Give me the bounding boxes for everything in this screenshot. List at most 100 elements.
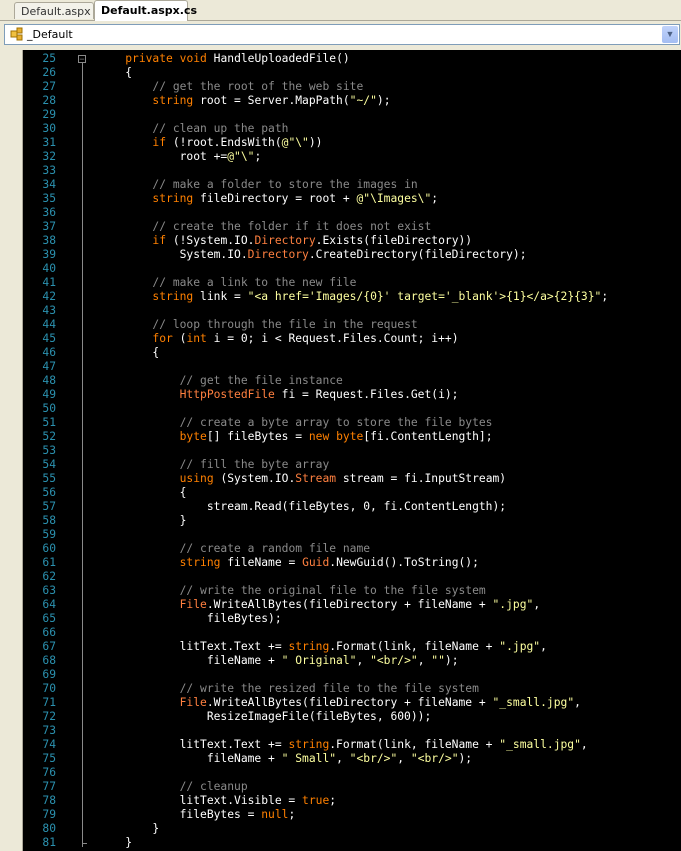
- code-text: {: [98, 486, 187, 499]
- line-number: 72: [42, 710, 56, 723]
- code-text: litText.Text += string.Format(link, file…: [98, 738, 588, 751]
- line-number: 33: [42, 164, 56, 177]
- code-text: litText.Visible = true;: [98, 794, 337, 807]
- outline-guide: [82, 63, 83, 847]
- line-number: 35: [42, 192, 56, 205]
- tab-default-aspx[interactable]: Default.aspx: [14, 2, 94, 19]
- line-number: 34: [42, 178, 56, 191]
- line-number: 71: [42, 696, 56, 709]
- line-number: 50: [42, 402, 56, 415]
- line-number: 75: [42, 752, 56, 765]
- line-number: 53: [42, 444, 56, 457]
- code-text: // loop through the file in the request: [152, 318, 418, 331]
- chevron-down-icon[interactable]: ▼: [662, 26, 678, 43]
- line-number: 27: [42, 80, 56, 93]
- code-text: string root = Server.MapPath("~/");: [152, 94, 391, 107]
- line-number: 60: [42, 542, 56, 555]
- code-text: string fileName = Guid.NewGuid().ToStrin…: [179, 556, 479, 569]
- line-number: 46: [42, 346, 56, 359]
- code-text: }: [98, 822, 160, 835]
- line-number: 67: [42, 640, 56, 653]
- code-text: private void HandleUploadedFile(): [125, 52, 350, 65]
- code-text: {: [98, 66, 133, 79]
- line-number: 40: [42, 262, 56, 275]
- tab-default-aspx-cs[interactable]: Default.aspx.cs: [94, 0, 197, 21]
- line-number: 37: [42, 220, 56, 233]
- line-number: 65: [42, 612, 56, 625]
- navigation-bar: _Default ▼: [0, 21, 681, 49]
- code-text: // write the resized file to the file sy…: [179, 682, 479, 695]
- code-text: // cleanup: [179, 780, 248, 793]
- line-number: 80: [42, 822, 56, 835]
- collapse-toggle-icon[interactable]: −: [78, 55, 86, 64]
- line-number: 66: [42, 626, 56, 639]
- line-number: 79: [42, 808, 56, 821]
- line-number: 68: [42, 654, 56, 667]
- line-number: 61: [42, 556, 56, 569]
- code-text: File.WriteAllBytes(fileDirectory + fileN…: [179, 598, 541, 611]
- code-text: {: [98, 346, 160, 359]
- document-tab-strip: Default.aspx Default.aspx.cs: [0, 0, 681, 21]
- code-text: fileBytes = null;: [98, 808, 296, 821]
- line-number: 31: [42, 136, 56, 149]
- code-text: // create a random file name: [179, 542, 371, 555]
- code-text: using (System.IO.Stream stream = fi.Inpu…: [179, 472, 507, 485]
- code-text: // create a byte array to store the file…: [179, 416, 493, 429]
- code-text: // clean up the path: [152, 122, 289, 135]
- line-number: 73: [42, 724, 56, 737]
- line-number: 36: [42, 206, 56, 219]
- code-text: System.IO.Directory.CreateDirectory(file…: [98, 248, 527, 261]
- outline-end-mark: [82, 843, 87, 844]
- type-selector-dropdown[interactable]: _Default ▼: [4, 24, 680, 45]
- line-number: 57: [42, 500, 56, 513]
- line-number: 48: [42, 374, 56, 387]
- code-text: for (int i = 0; i < Request.Files.Count;…: [152, 332, 459, 345]
- code-text: File.WriteAllBytes(fileDirectory + fileN…: [179, 696, 581, 709]
- line-number: 32: [42, 150, 56, 163]
- code-text: }: [98, 836, 133, 849]
- line-number: 41: [42, 276, 56, 289]
- code-text: }: [98, 514, 187, 527]
- code-editor[interactable]: 25 private void HandleUploadedFile() 26 {…: [0, 50, 681, 851]
- code-text: litText.Text += string.Format(link, file…: [98, 640, 547, 653]
- code-text: string fileDirectory = root + @"\Images\…: [152, 192, 439, 205]
- line-number: 63: [42, 584, 56, 597]
- code-text: fileName + " Original", "<br/>", "");: [98, 654, 459, 667]
- line-number: 29: [42, 108, 56, 121]
- class-icon: [10, 27, 23, 41]
- line-number: 55: [42, 472, 56, 485]
- line-number: 56: [42, 486, 56, 499]
- line-number: 70: [42, 682, 56, 695]
- line-number: 69: [42, 668, 56, 681]
- code-text: string link = "<a href='Images/{0}' targ…: [152, 290, 609, 303]
- code-text: if (!System.IO.Directory.Exists(fileDire…: [152, 234, 473, 247]
- line-number: 62: [42, 570, 56, 583]
- line-number: 26: [42, 66, 56, 79]
- code-text: ResizeImageFile(fileBytes, 600));: [98, 710, 432, 723]
- code-text: stream.Read(fileBytes, 0, fi.ContentLeng…: [98, 500, 507, 513]
- code-text: // make a folder to store the images in: [152, 178, 418, 191]
- code-text: byte[] fileBytes = new byte[fi.ContentLe…: [179, 430, 493, 443]
- line-number: 81: [42, 836, 56, 849]
- code-text: // get the root of the web site: [152, 80, 364, 93]
- line-number: 51: [42, 416, 56, 429]
- code-text: if (!root.EndsWith(@"\")): [152, 136, 323, 149]
- line-number: 47: [42, 360, 56, 373]
- line-number: 25: [42, 52, 56, 65]
- code-text: // write the original file to the file s…: [179, 584, 486, 597]
- line-number: 52: [42, 430, 56, 443]
- code-text: // create the folder if it does not exis…: [152, 220, 432, 233]
- line-number: 43: [42, 304, 56, 317]
- line-number: 44: [42, 318, 56, 331]
- line-number: 76: [42, 766, 56, 779]
- code-text: fileBytes);: [98, 612, 282, 625]
- line-number: 77: [42, 780, 56, 793]
- line-number: 39: [42, 248, 56, 261]
- line-number: 59: [42, 528, 56, 541]
- line-number: 28: [42, 94, 56, 107]
- line-number: 58: [42, 514, 56, 527]
- line-number: 38: [42, 234, 56, 247]
- line-number: 49: [42, 388, 56, 401]
- line-number: 45: [42, 332, 56, 345]
- line-number: 64: [42, 598, 56, 611]
